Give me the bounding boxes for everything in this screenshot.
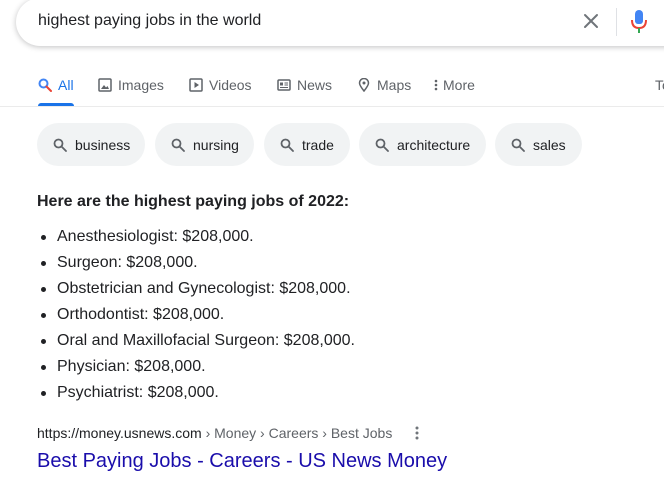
search-input[interactable]: highest paying jobs in the world bbox=[38, 12, 261, 30]
list-item: Psychiatrist: $208,000. bbox=[37, 380, 355, 406]
chip-architecture[interactable]: architecture bbox=[359, 123, 486, 166]
video-icon bbox=[189, 78, 203, 92]
more-options-icon[interactable] bbox=[408, 424, 426, 442]
list-item-text: Physician: $208,000. bbox=[57, 358, 206, 375]
chip-label: nursing bbox=[193, 136, 239, 153]
chip-business[interactable]: business bbox=[37, 123, 145, 166]
list-item: Orthodontist: $208,000. bbox=[37, 302, 355, 328]
tab-maps[interactable]: Maps bbox=[357, 75, 411, 95]
bullet bbox=[41, 391, 46, 396]
search-tabs: All Images Videos News Maps More T bbox=[0, 70, 664, 106]
chip-trade[interactable]: trade bbox=[264, 123, 350, 166]
tab-news[interactable]: News bbox=[277, 75, 332, 95]
bullet bbox=[41, 287, 46, 292]
more-vert-icon bbox=[434, 79, 438, 91]
result-url: https://money.usnews.com bbox=[37, 425, 202, 441]
list-item-text: Anesthesiologist: $208,000. bbox=[57, 228, 254, 245]
image-icon bbox=[98, 78, 112, 92]
tab-label: To bbox=[655, 77, 664, 93]
search-icon bbox=[280, 138, 294, 152]
list-item-text: Surgeon: $208,000. bbox=[57, 254, 198, 271]
bullet bbox=[41, 365, 46, 370]
search-bar-divider bbox=[616, 8, 617, 36]
result-citation: https://money.usnews.com › Money › Caree… bbox=[37, 425, 392, 441]
tab-label: More bbox=[443, 77, 475, 93]
bullet bbox=[41, 313, 46, 318]
list-item: Surgeon: $208,000. bbox=[37, 250, 355, 276]
tab-tools[interactable]: To bbox=[655, 75, 664, 95]
result-title-link[interactable]: Best Paying Jobs - Careers - US News Mon… bbox=[37, 450, 447, 473]
list-item-text: Orthodontist: $208,000. bbox=[57, 306, 225, 323]
tab-videos[interactable]: Videos bbox=[189, 75, 252, 95]
tab-more[interactable]: More bbox=[433, 75, 475, 95]
microphone-icon[interactable] bbox=[630, 8, 648, 34]
bullet bbox=[41, 261, 46, 266]
search-icon bbox=[38, 78, 52, 92]
list-item-text: Obstetrician and Gynecologist: $208,000. bbox=[57, 280, 351, 297]
news-icon bbox=[277, 79, 291, 91]
search-icon bbox=[53, 138, 67, 152]
chip-label: sales bbox=[533, 136, 566, 153]
list-item-text: Psychiatrist: $208,000. bbox=[57, 384, 219, 401]
tab-label: Maps bbox=[377, 77, 412, 93]
clear-icon[interactable] bbox=[582, 12, 600, 30]
list-item: Anesthesiologist: $208,000. bbox=[37, 224, 355, 250]
snippet-heading: Here are the highest paying jobs of 2022… bbox=[37, 193, 350, 210]
chip-sales[interactable]: sales bbox=[495, 123, 582, 166]
chip-label: trade bbox=[302, 136, 334, 153]
tabs-divider bbox=[0, 106, 664, 107]
chip-label: business bbox=[75, 136, 131, 153]
tab-label: All bbox=[58, 77, 74, 93]
snippet-list: Anesthesiologist: $208,000. Surgeon: $20… bbox=[37, 224, 355, 406]
list-item: Obstetrician and Gynecologist: $208,000. bbox=[37, 276, 355, 302]
bullet bbox=[41, 339, 46, 344]
map-pin-icon bbox=[358, 78, 370, 92]
search-icon bbox=[171, 138, 185, 152]
tab-label: News bbox=[297, 77, 333, 93]
search-results-page: highest paying jobs in the world All Ima… bbox=[0, 0, 664, 482]
chip-nursing[interactable]: nursing bbox=[155, 123, 254, 166]
list-item: Physician: $208,000. bbox=[37, 354, 355, 380]
bullet bbox=[41, 235, 46, 240]
result-breadcrumb: › Money › Careers › Best Jobs bbox=[201, 425, 393, 441]
tab-label: Images bbox=[118, 77, 164, 93]
tab-images[interactable]: Images bbox=[98, 75, 164, 95]
chip-label: architecture bbox=[397, 136, 471, 153]
search-bar[interactable]: highest paying jobs in the world bbox=[16, 0, 664, 46]
tab-all[interactable]: All bbox=[38, 75, 74, 95]
search-icon bbox=[375, 138, 389, 152]
tab-label: Videos bbox=[209, 77, 252, 93]
list-item-text: Oral and Maxillofacial Surgeon: $208,000… bbox=[57, 332, 355, 349]
search-icon bbox=[511, 138, 525, 152]
list-item: Oral and Maxillofacial Surgeon: $208,000… bbox=[37, 328, 355, 354]
